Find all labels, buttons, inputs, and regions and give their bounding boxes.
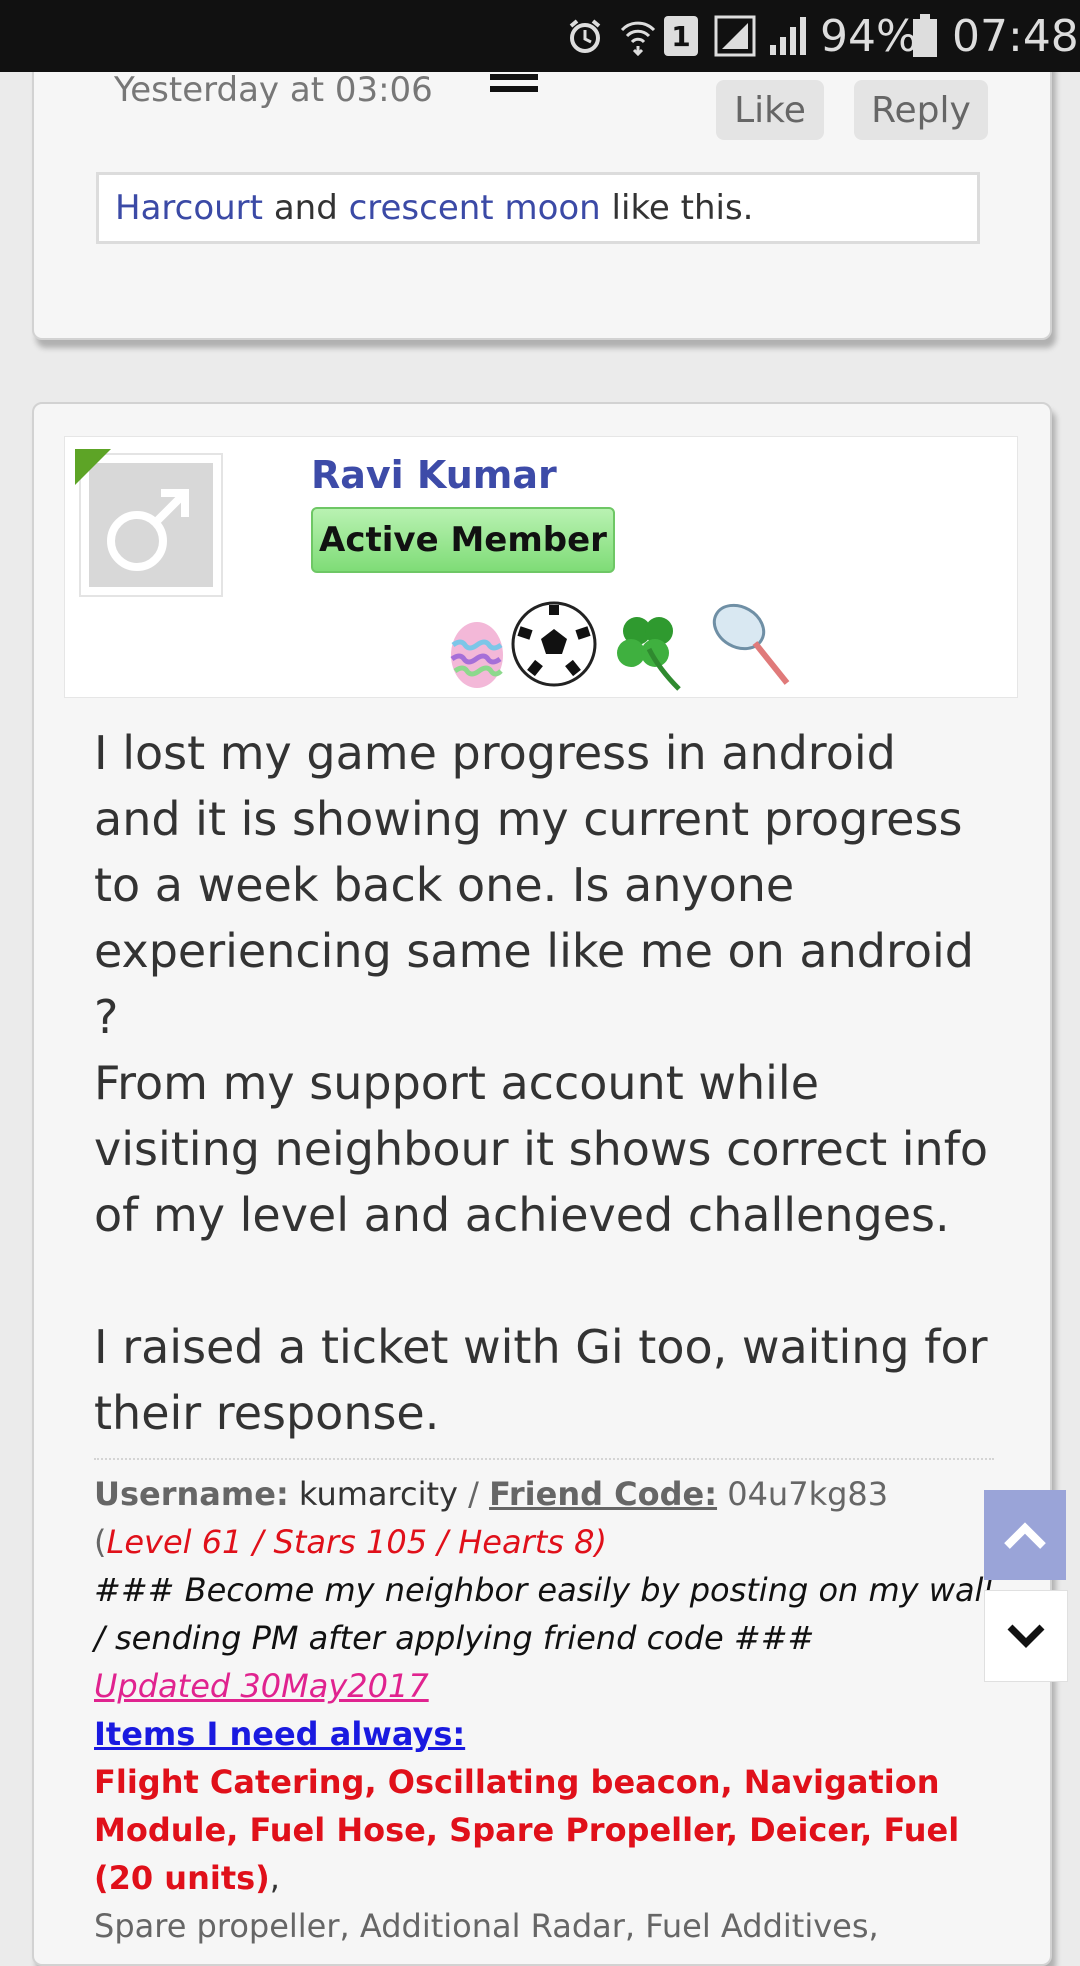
wifi-calling-icon (618, 0, 658, 72)
signal-box-icon (714, 0, 756, 72)
post-timestamp[interactable]: Yesterday at 03:06 (114, 70, 433, 110)
level-info: Level 61 / Stars 105 / Hearts 8) (106, 1523, 607, 1561)
alarm-icon (566, 0, 604, 72)
butterfly-net-icon (707, 599, 793, 693)
soccer-ball-icon (511, 601, 597, 691)
menu-icon[interactable] (490, 72, 540, 104)
battery-percent: 94% (820, 10, 918, 62)
signature-line-1: Username: kumarcity / Friend Code: 04u7k… (94, 1470, 1024, 1518)
separator: / (468, 1475, 479, 1513)
friend-code-value: 04u7kg83 (727, 1475, 889, 1513)
post-paragraph: I lost my game progress in android and i… (94, 726, 974, 1044)
items-heading-line: Items I need always: (94, 1710, 1024, 1758)
easter-egg-icon (449, 617, 505, 693)
liker-link[interactable]: crescent moon (349, 188, 601, 228)
post-card: Ravi Kumar Active Member I lost my game … (32, 402, 1052, 1966)
sim-1-icon: 1 (664, 0, 698, 72)
role-badge: Active Member (311, 507, 615, 573)
liker-link[interactable]: Harcourt (115, 188, 263, 228)
battery-icon (912, 0, 938, 72)
signature: Username: kumarcity / Friend Code: 04u7k… (94, 1470, 1024, 1950)
likes-and: and (273, 188, 338, 228)
username-value: kumarcity (298, 1475, 458, 1513)
neighbor-note: ### Become my neighbor easily by posting… (94, 1571, 993, 1657)
post-paragraph: I raised a ticket with Gi too, waiting f… (94, 1320, 988, 1440)
items-priority-line: Flight Catering, Oscillating beacon, Nav… (94, 1758, 994, 1902)
updated-link[interactable]: Updated 30May2017 (94, 1667, 429, 1705)
username-label: Username: (94, 1475, 289, 1513)
scroll-to-bottom-button[interactable] (984, 1590, 1068, 1682)
cell-signal-icon (768, 0, 810, 72)
chevron-down-icon (1007, 1624, 1045, 1648)
open-paren: ( (94, 1523, 107, 1561)
online-indicator (75, 449, 111, 485)
friend-code-label: Friend Code: (489, 1475, 718, 1513)
post-paragraph: From my support account while visiting n… (94, 1056, 989, 1242)
reply-button[interactable]: Reply (854, 80, 988, 140)
items-comma: , (269, 1859, 280, 1897)
scroll-to-top-button[interactable] (984, 1490, 1066, 1580)
signature-divider (94, 1458, 994, 1460)
items-other: Spare propeller, Additional Radar, Fuel … (94, 1907, 879, 1945)
like-button[interactable]: Like (716, 80, 824, 140)
chevron-up-icon (1004, 1522, 1046, 1549)
items-priority: Flight Catering, Oscillating beacon, Nav… (94, 1763, 960, 1897)
likes-suffix: like this. (611, 188, 754, 228)
likes-summary: Harcourt and crescent moon like this. (96, 172, 980, 244)
signature-line-2: (Level 61 / Stars 105 / Hearts 8) (94, 1518, 1024, 1566)
author-block: Ravi Kumar Active Member (64, 436, 1018, 698)
author-name[interactable]: Ravi Kumar (311, 453, 557, 497)
items-heading[interactable]: Items I need always: (94, 1715, 465, 1753)
clock: 07:48 (952, 10, 1079, 62)
updated-line: Updated 30May2017 (94, 1662, 1024, 1710)
status-bar: 1 94% 07:48 (0, 0, 1080, 72)
four-leaf-clover-icon (609, 609, 689, 697)
